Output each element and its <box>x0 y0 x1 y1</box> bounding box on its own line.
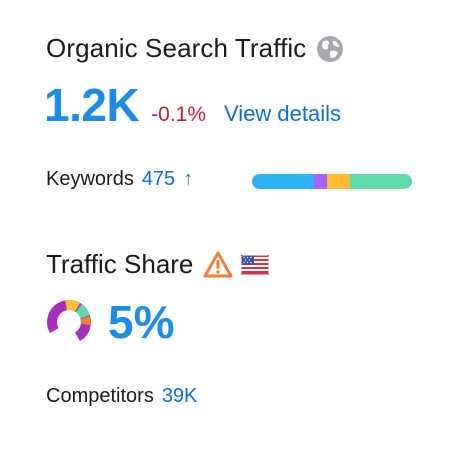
keywords-row: Keywords 475 ↑ <box>46 168 193 191</box>
organic-traffic-widget: Organic Search Traffic 1.2K -0.1% View d… <box>0 0 458 458</box>
organic-traffic-delta: -0.1% <box>151 103 207 126</box>
keywords-distribution-segment <box>252 174 315 189</box>
keywords-distribution-bar[interactable] <box>252 174 412 189</box>
view-details-link[interactable]: View details <box>224 101 341 127</box>
keywords-distribution-segment <box>327 174 350 189</box>
competitors-label: Competitors <box>46 385 154 407</box>
us-flag-icon <box>241 254 270 275</box>
organic-search-traffic-title: Organic Search Traffic <box>46 33 307 63</box>
keywords-value[interactable]: 475 <box>142 168 175 191</box>
traffic-share-title: Traffic Share <box>46 249 194 279</box>
warning-icon[interactable] <box>203 251 233 279</box>
competitors-value[interactable]: 39K <box>162 385 198 408</box>
organic-traffic-value: 1.2K <box>44 79 140 131</box>
keywords-distribution-segment <box>349 174 412 189</box>
keywords-label: Keywords <box>46 168 134 190</box>
donut-chart-icon <box>47 300 91 344</box>
traffic-share-title-row: Traffic Share <box>46 249 270 280</box>
organic-metric-row: 1.2K -0.1% View details <box>44 78 341 132</box>
competitors-row: Competitors 39K <box>46 385 197 408</box>
globe-icon[interactable] <box>316 35 344 63</box>
organic-title-row: Organic Search Traffic <box>46 33 344 64</box>
keywords-distribution-segment <box>314 174 328 189</box>
traffic-share-value: 5% <box>108 296 175 348</box>
traffic-share-value-row: 5% <box>45 295 174 349</box>
arrow-up-icon: ↑ <box>183 168 194 190</box>
